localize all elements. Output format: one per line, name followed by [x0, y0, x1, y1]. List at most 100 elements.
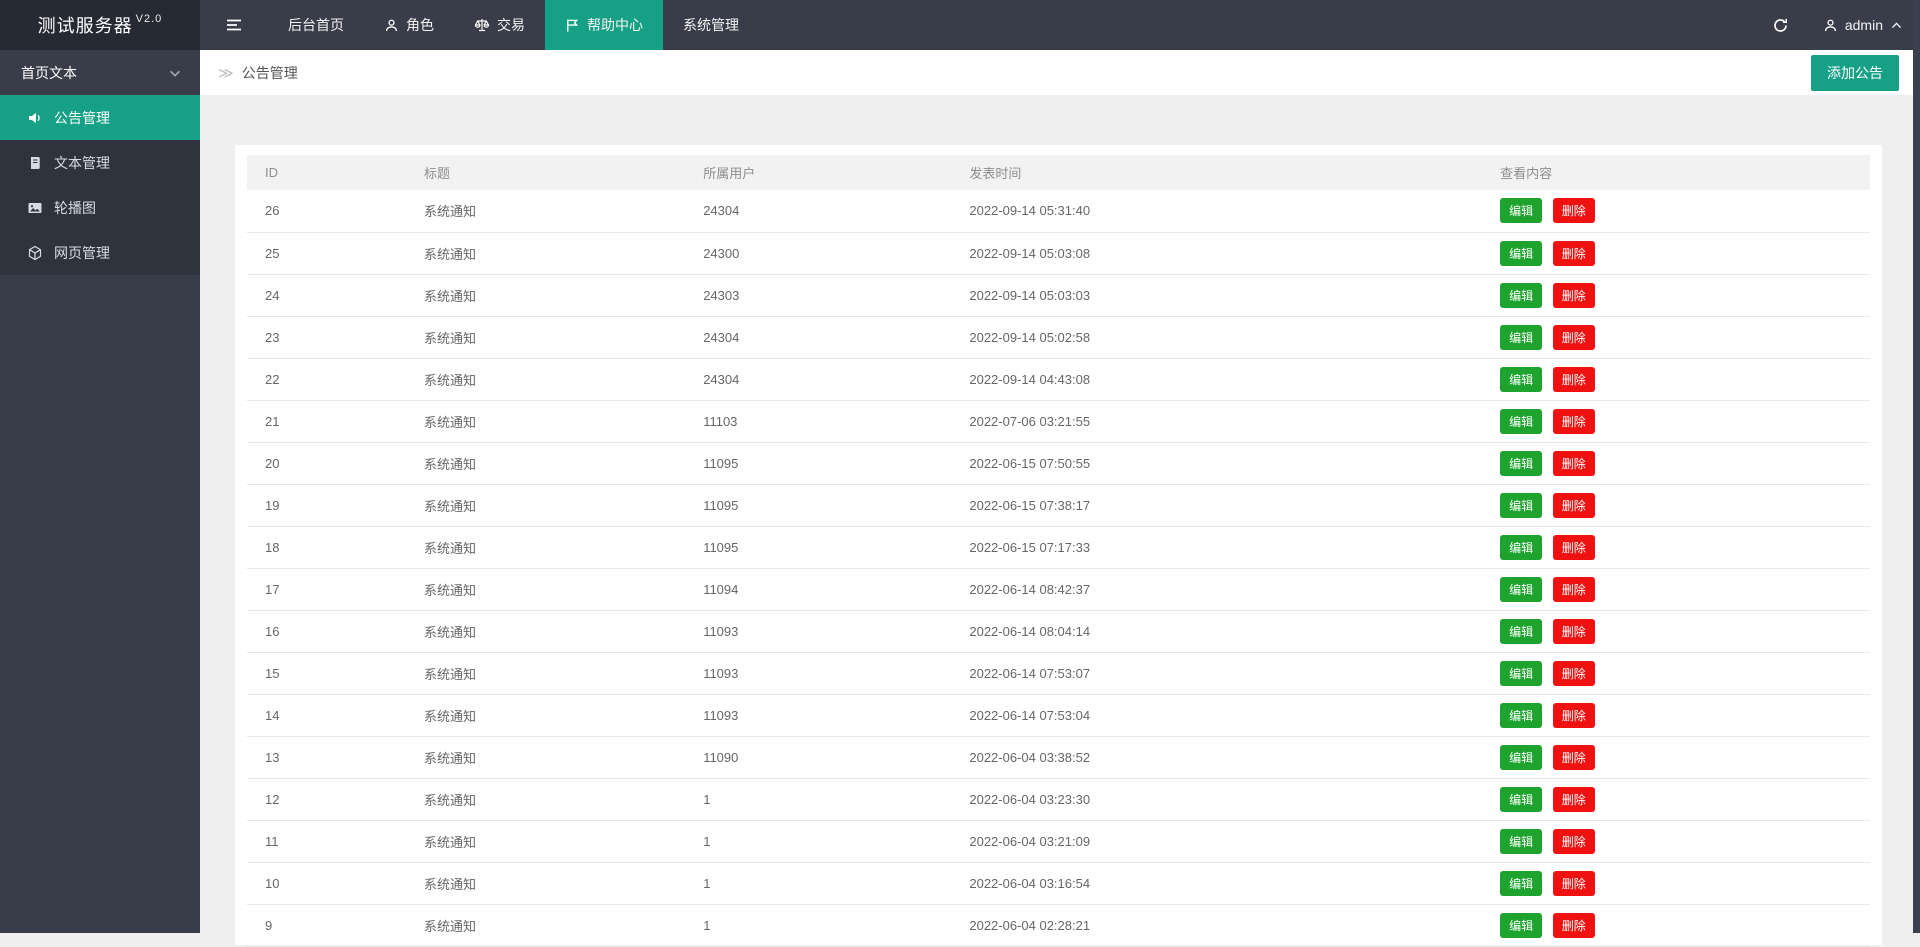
delete-button[interactable]: 删除: [1553, 619, 1595, 644]
cell-actions: 编辑 删除: [1482, 568, 1870, 610]
nav-item-label: 角色: [406, 15, 434, 35]
cell-id: 20: [247, 442, 406, 484]
scrollbar[interactable]: [1913, 0, 1920, 933]
edit-button[interactable]: 编辑: [1500, 745, 1542, 770]
cell-title: 系统通知: [406, 442, 685, 484]
delete-button[interactable]: 删除: [1553, 493, 1595, 518]
delete-button[interactable]: 删除: [1553, 787, 1595, 812]
nav-item-role[interactable]: 角色: [364, 0, 454, 50]
edit-button[interactable]: 编辑: [1500, 913, 1542, 938]
cell-actions: 编辑 删除: [1482, 442, 1870, 484]
book-icon: [27, 155, 43, 171]
delete-button[interactable]: 删除: [1553, 913, 1595, 938]
table-row: 12 系统通知 1 2022-06-04 03:23:30 编辑 删除: [247, 778, 1870, 820]
image-icon: [27, 200, 43, 216]
sidebar-item-carousel[interactable]: 轮播图: [0, 185, 200, 230]
delete-button[interactable]: 删除: [1553, 745, 1595, 770]
sidebar-menu: 公告管理 文本管理 轮播图 网页管理: [0, 95, 200, 275]
nav-item-help-center[interactable]: 帮助中心: [545, 0, 663, 50]
edit-button[interactable]: 编辑: [1500, 661, 1542, 686]
header-owner-user: 所属用户: [685, 155, 951, 190]
nav-item-label: 后台首页: [288, 15, 344, 35]
cell-title: 系统通知: [406, 652, 685, 694]
cell-actions: 编辑 删除: [1482, 526, 1870, 568]
cell-owner-user: 11095: [685, 484, 951, 526]
delete-button[interactable]: 删除: [1553, 871, 1595, 896]
add-announcement-button[interactable]: 添加公告: [1811, 55, 1899, 91]
cell-id: 11: [247, 820, 406, 862]
sidebar-item-text-management[interactable]: 文本管理: [0, 140, 200, 185]
cell-title: 系统通知: [406, 190, 685, 232]
app-logo: 测试服务器 V2.0: [0, 0, 200, 50]
table-row: 22 系统通知 24304 2022-09-14 04:43:08 编辑 删除: [247, 358, 1870, 400]
sidebar-item-webpage-management[interactable]: 网页管理: [0, 230, 200, 275]
edit-button[interactable]: 编辑: [1500, 787, 1542, 812]
refresh-button[interactable]: [1755, 0, 1806, 50]
table-row: 21 系统通知 11103 2022-07-06 03:21:55 编辑 删除: [247, 400, 1870, 442]
cell-id: 21: [247, 400, 406, 442]
edit-button[interactable]: 编辑: [1500, 871, 1542, 896]
cell-title: 系统通知: [406, 526, 685, 568]
cell-publish-time: 2022-06-14 07:53:07: [951, 652, 1482, 694]
delete-button[interactable]: 删除: [1553, 577, 1595, 602]
delete-button[interactable]: 删除: [1553, 198, 1595, 223]
edit-button[interactable]: 编辑: [1500, 577, 1542, 602]
edit-button[interactable]: 编辑: [1500, 409, 1542, 434]
nav-item-trade[interactable]: 交易: [454, 0, 545, 50]
table-row: 17 系统通知 11094 2022-06-14 08:42:37 编辑 删除: [247, 568, 1870, 610]
page-topbar: ≫ 公告管理 添加公告: [200, 50, 1920, 95]
nav-item-backend-home[interactable]: 后台首页: [268, 0, 364, 50]
edit-button[interactable]: 编辑: [1500, 241, 1542, 266]
edit-button[interactable]: 编辑: [1500, 367, 1542, 392]
delete-button[interactable]: 删除: [1553, 241, 1595, 266]
cell-owner-user: 11094: [685, 568, 951, 610]
sidebar-group-home-text[interactable]: 首页文本: [0, 50, 200, 95]
table-row: 23 系统通知 24304 2022-09-14 05:02:58 编辑 删除: [247, 316, 1870, 358]
speaker-icon: [27, 110, 43, 126]
sidebar-collapse-button[interactable]: [200, 0, 268, 50]
delete-button[interactable]: 删除: [1553, 409, 1595, 434]
chevron-up-icon: [1890, 19, 1903, 32]
cell-id: 23: [247, 316, 406, 358]
nav-item-system-management[interactable]: 系统管理: [663, 0, 759, 50]
cell-title: 系统通知: [406, 694, 685, 736]
user-menu[interactable]: admin: [1806, 0, 1920, 50]
top-navbar: 测试服务器 V2.0 后台首页 角色 交易: [0, 0, 1920, 50]
cell-publish-time: 2022-06-04 03:38:52: [951, 736, 1482, 778]
delete-button[interactable]: 删除: [1553, 829, 1595, 854]
delete-button[interactable]: 删除: [1553, 283, 1595, 308]
user-icon: [384, 18, 399, 33]
cell-actions: 编辑 删除: [1482, 232, 1870, 274]
delete-button[interactable]: 删除: [1553, 325, 1595, 350]
delete-button[interactable]: 删除: [1553, 367, 1595, 392]
cell-publish-time: 2022-06-04 02:28:21: [951, 904, 1482, 946]
delete-button[interactable]: 删除: [1553, 661, 1595, 686]
table-row: 25 系统通知 24300 2022-09-14 05:03:08 编辑 删除: [247, 232, 1870, 274]
edit-button[interactable]: 编辑: [1500, 283, 1542, 308]
edit-button[interactable]: 编辑: [1500, 493, 1542, 518]
edit-button[interactable]: 编辑: [1500, 703, 1542, 728]
edit-button[interactable]: 编辑: [1500, 325, 1542, 350]
cell-publish-time: 2022-07-06 03:21:55: [951, 400, 1482, 442]
cell-actions: 编辑 删除: [1482, 820, 1870, 862]
sidebar-item-announcement-management[interactable]: 公告管理: [0, 95, 200, 140]
delete-button[interactable]: 删除: [1553, 703, 1595, 728]
delete-button[interactable]: 删除: [1553, 535, 1595, 560]
edit-button[interactable]: 编辑: [1500, 451, 1542, 476]
nav-item-label: 帮助中心: [587, 15, 643, 35]
cell-owner-user: 11103: [685, 400, 951, 442]
edit-button[interactable]: 编辑: [1500, 619, 1542, 644]
edit-button[interactable]: 编辑: [1500, 535, 1542, 560]
cell-id: 19: [247, 484, 406, 526]
delete-button[interactable]: 删除: [1553, 451, 1595, 476]
cell-id: 15: [247, 652, 406, 694]
cell-id: 26: [247, 190, 406, 232]
cube-icon: [27, 245, 43, 261]
edit-button[interactable]: 编辑: [1500, 829, 1542, 854]
table-row: 13 系统通知 11090 2022-06-04 03:38:52 编辑 删除: [247, 736, 1870, 778]
cell-actions: 编辑 删除: [1482, 274, 1870, 316]
edit-button[interactable]: 编辑: [1500, 198, 1542, 223]
cell-title: 系统通知: [406, 358, 685, 400]
cell-owner-user: 24300: [685, 232, 951, 274]
cell-title: 系统通知: [406, 568, 685, 610]
